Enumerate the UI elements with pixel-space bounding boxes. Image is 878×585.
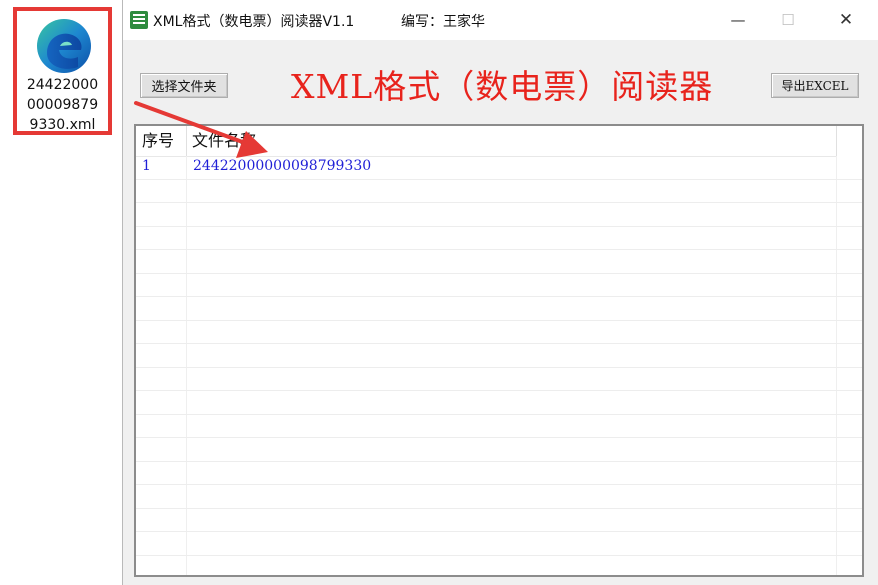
app-heading: XML格式（数电票）阅读器 — [291, 67, 714, 106]
empty-row — [136, 509, 862, 532]
empty-row — [136, 438, 862, 462]
app-window: XML格式（数电票）阅读器V1.1 编写：王家华 — ☐ ✕ 选择文件夹 XML… — [122, 0, 878, 585]
window-author: 编写：王家华 — [401, 14, 485, 30]
app-icon — [130, 11, 148, 29]
list-rows: 1 24422000000098799330 — [136, 156, 862, 576]
empty-row — [136, 227, 862, 250]
column-header-no[interactable]: 序号 — [142, 126, 187, 156]
desktop-file-xml[interactable]: 24422000000098799330.xml — [13, 7, 112, 135]
maximize-button[interactable]: ☐ — [765, 0, 811, 40]
empty-row — [136, 391, 862, 415]
column-header-name[interactable]: 文件名称 — [192, 126, 256, 156]
empty-row — [136, 180, 862, 203]
empty-row — [136, 485, 862, 509]
empty-row — [136, 462, 862, 485]
table-row[interactable]: 1 24422000000098799330 — [136, 156, 862, 180]
empty-row — [136, 274, 862, 297]
empty-row — [136, 532, 862, 556]
title-bar: XML格式（数电票）阅读器V1.1 编写：王家华 — ☐ ✕ — [123, 0, 878, 40]
row-no: 1 — [142, 158, 151, 174]
empty-row — [136, 297, 862, 321]
close-button[interactable]: ✕ — [823, 0, 869, 40]
list-header: 序号 文件名称 — [136, 126, 837, 157]
empty-row — [136, 368, 862, 391]
empty-row — [136, 321, 862, 344]
window-title: XML格式（数电票）阅读器V1.1 — [153, 14, 355, 30]
empty-row — [136, 203, 862, 227]
file-list[interactable]: 序号 文件名称 1 24422000000098799330 — [134, 124, 864, 577]
minimize-button[interactable]: — — [715, 0, 761, 40]
empty-row — [136, 250, 862, 274]
desktop-file-name: 24422000000098799330.xml — [26, 77, 99, 133]
empty-row — [136, 344, 862, 368]
edge-icon — [37, 19, 91, 73]
empty-row — [136, 415, 862, 438]
row-file-name: 24422000000098799330 — [193, 158, 372, 174]
export-excel-button[interactable]: 导出EXCEL — [771, 73, 859, 98]
empty-row — [136, 556, 862, 576]
select-folder-button[interactable]: 选择文件夹 — [140, 73, 228, 98]
